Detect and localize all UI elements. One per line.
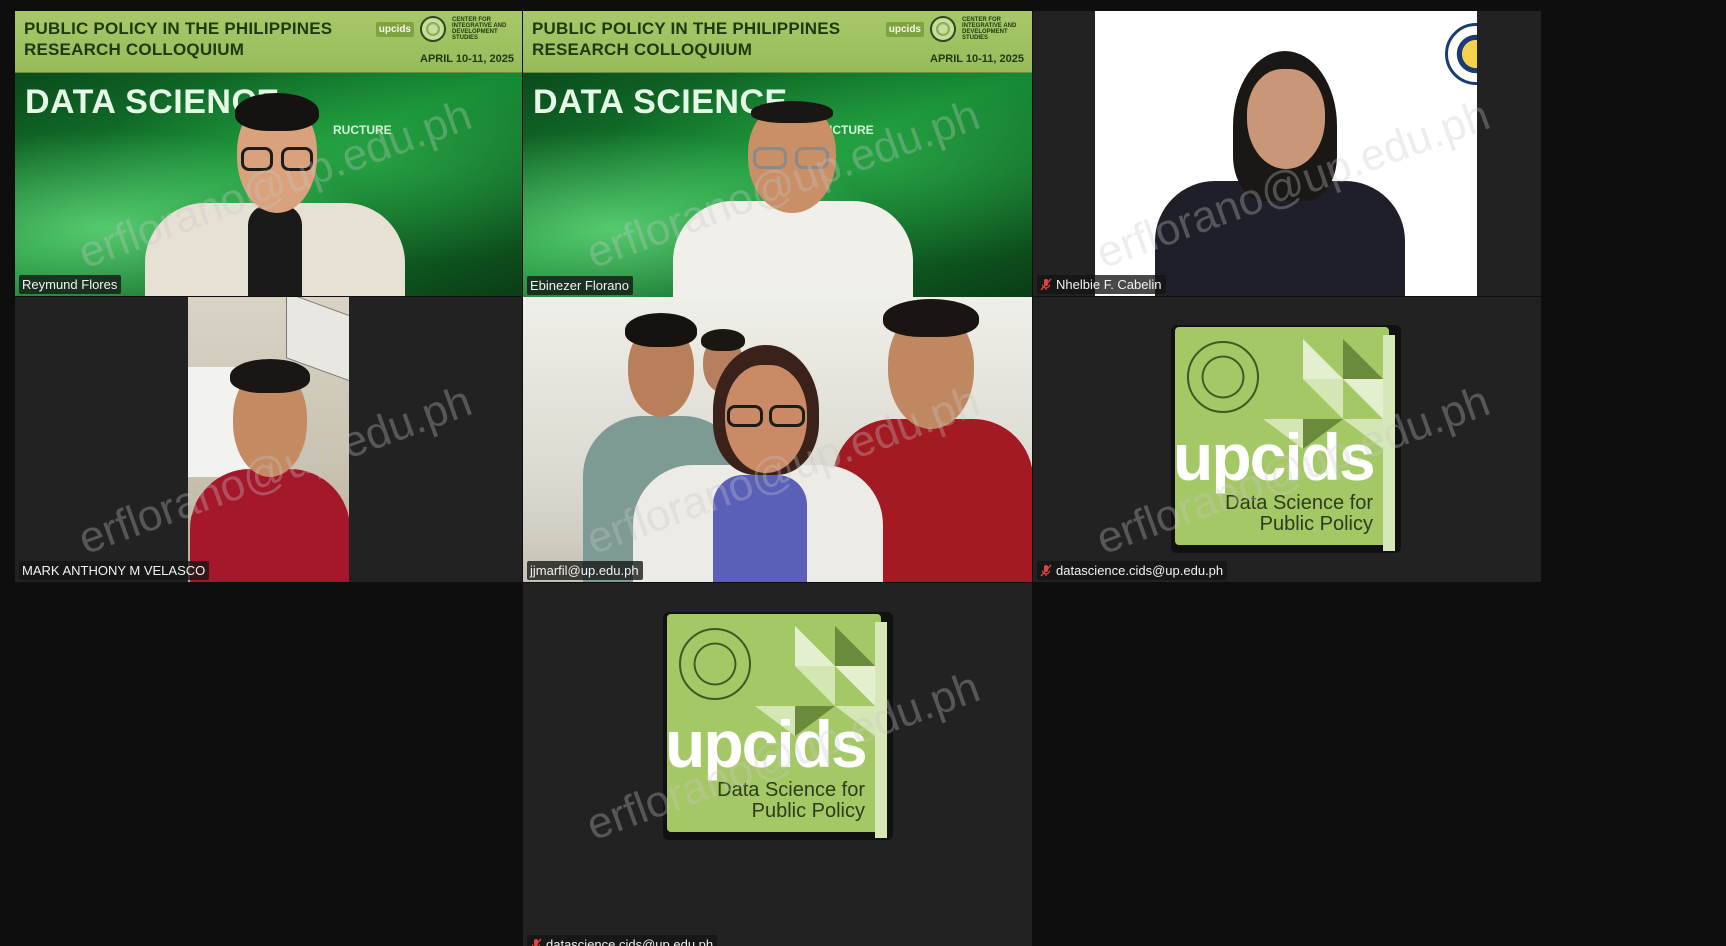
participant-name-label: datascience.cids@up.edu.ph: [1037, 561, 1228, 580]
banner-date: APRIL 10-11, 2025: [420, 53, 514, 65]
video-tile-jjmarfil[interactable]: jjmarfil@up.edu.ph: [523, 297, 1032, 582]
person-figure: [145, 93, 405, 296]
logo-subtitle: Data Science for Public Policy: [717, 780, 865, 822]
banner-title-line2: RESEARCH COLLOQUIUM: [532, 40, 753, 59]
banner-logos: upcids CENTER FOR INTEGRATIVE AND DEVELO…: [885, 16, 1024, 42]
logo-subtitle-line1: Data Science for: [717, 779, 865, 801]
participant-name: datascience.cids@up.edu.ph: [1056, 563, 1224, 578]
video-gallery: PUBLIC POLICY IN THE PHILIPPINES RESEARC…: [0, 0, 1726, 946]
logo-subtitle: Data Science for Public Policy: [1225, 493, 1373, 535]
participant-video: PUBLIC POLICY IN THE PHILIPPINES RESEARC…: [15, 11, 522, 296]
video-tile-datascience-cids-2[interactable]: upcids Data Science for Public Policy da…: [523, 583, 1032, 946]
logo-subtitle-line2: Public Policy: [1259, 513, 1373, 535]
participant-video: PUBLIC POLICY IN THE PHILIPPINES RESEARC…: [523, 11, 1032, 297]
participant-video: [1095, 11, 1477, 296]
video-tile-nhelbie-cabelin[interactable]: Nhelbie F. Cabelin: [1033, 11, 1541, 296]
participant-name: Reymund Flores: [22, 277, 118, 292]
banner-title-line1: PUBLIC POLICY IN THE PHILIPPINES: [24, 19, 333, 38]
logo-page-fold: [875, 622, 887, 838]
banner-logos: upcids CENTER FOR INTEGRATIVE AND DEVELO…: [375, 16, 514, 42]
participant-name-label: datascience.cids@up.edu.ph: [527, 935, 718, 946]
center-text: CENTER FOR INTEGRATIVE AND DEVELOPMENT S…: [452, 17, 507, 41]
logo-subtitle-line2: Public Policy: [751, 800, 865, 822]
center-text: CENTER FOR INTEGRATIVE AND DEVELOPMENT S…: [962, 17, 1017, 41]
mic-muted-icon: [1040, 564, 1052, 577]
person-figure: [633, 345, 883, 582]
logo-page-fold: [1383, 335, 1395, 551]
banner-title-line1: PUBLIC POLICY IN THE PHILIPPINES: [532, 19, 841, 38]
up-seal-icon: [420, 16, 446, 42]
up-seal-icon: [1187, 341, 1259, 413]
participant-name: MARK ANTHONY M VELASCO: [22, 563, 206, 578]
video-tile-reymund-flores[interactable]: PUBLIC POLICY IN THE PHILIPPINES RESEARC…: [15, 11, 522, 296]
upcids-mini-logo: upcids: [885, 21, 924, 37]
upcids-logo: upcids Data Science for Public Policy: [1173, 327, 1395, 551]
upcids-mini-logo: upcids: [375, 21, 414, 37]
video-tile-mark-anthony-velasco[interactable]: MARK ANTHONY M VELASCO: [15, 297, 522, 582]
participant-video: [523, 297, 1032, 582]
participant-name: jjmarfil@up.edu.ph: [530, 563, 639, 578]
mic-muted-icon: [1040, 278, 1052, 291]
upcids-wordmark: upcids: [1173, 420, 1376, 494]
upcids-wordmark: upcids: [665, 707, 868, 781]
colloquium-banner: PUBLIC POLICY IN THE PHILIPPINES RESEARC…: [523, 11, 1032, 73]
banner-date: APRIL 10-11, 2025: [930, 53, 1024, 65]
up-seal-icon: [930, 16, 956, 42]
data-science-background: DATA SCIENCE RUCTURE: [15, 73, 522, 296]
participant-name-label: Reymund Flores: [19, 275, 122, 294]
participant-name: Ebinezer Florano: [530, 278, 629, 293]
participant-name: datascience.cids@up.edu.ph: [546, 937, 714, 946]
video-tile-ebinezer-florano[interactable]: PUBLIC POLICY IN THE PHILIPPINES RESEARC…: [523, 11, 1032, 297]
person-figure: [190, 359, 349, 582]
banner-title-line2: RESEARCH COLLOQUIUM: [24, 40, 245, 59]
up-seal-icon: [679, 628, 751, 700]
participant-name-label: Nhelbie F. Cabelin: [1037, 275, 1166, 294]
banner-title: PUBLIC POLICY IN THE PHILIPPINES RESEARC…: [532, 18, 840, 60]
video-tile-datascience-cids[interactable]: upcids Data Science for Public Policy da…: [1033, 297, 1541, 582]
participant-video: [188, 297, 349, 582]
participant-name: Nhelbie F. Cabelin: [1056, 277, 1162, 292]
colloquium-banner: PUBLIC POLICY IN THE PHILIPPINES RESEARC…: [15, 11, 522, 73]
data-science-background: DATA SCIENCE RUCTURE: [523, 73, 1032, 297]
person-figure: [673, 101, 913, 297]
upcids-logo: upcids Data Science for Public Policy: [665, 614, 887, 838]
participant-name-label: Ebinezer Florano: [527, 276, 633, 295]
seal-icon: [1445, 23, 1477, 85]
logo-subtitle-line1: Data Science for: [1225, 492, 1373, 514]
person-figure: [1155, 51, 1405, 296]
participant-name-label: MARK ANTHONY M VELASCO: [19, 561, 210, 580]
banner-title: PUBLIC POLICY IN THE PHILIPPINES RESEARC…: [24, 18, 332, 60]
participant-name-label: jjmarfil@up.edu.ph: [527, 561, 643, 580]
mic-muted-icon: [531, 938, 542, 946]
